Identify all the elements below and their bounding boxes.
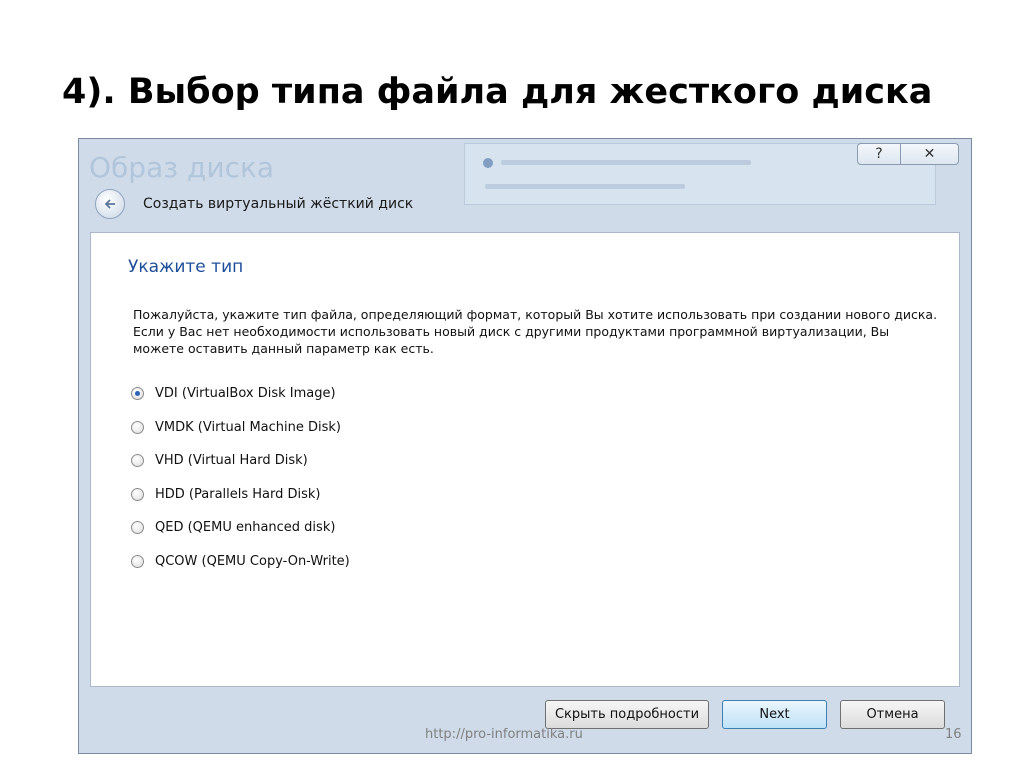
option-vmdk[interactable]: VMDK (Virtual Machine Disk) xyxy=(131,411,350,445)
slide-title: 4). Выбор типа файла для жесткого диска xyxy=(62,72,933,112)
radio-button[interactable] xyxy=(131,454,144,468)
titlebar-buttons: ? ✕ xyxy=(857,143,959,165)
back-button[interactable] xyxy=(95,189,125,219)
option-label: VHD (Virtual Hard Disk) xyxy=(155,453,308,469)
option-qcow[interactable]: QCOW (QEMU Copy-On-Write) xyxy=(131,545,350,579)
footer-url: http://pro-informatika.ru xyxy=(425,727,583,742)
create-disk-dialog: Образ диска ? ✕ Создать виртуальный жёст… xyxy=(78,138,972,754)
option-label: VDI (VirtualBox Disk Image) xyxy=(155,386,336,402)
radio-button[interactable] xyxy=(131,420,144,434)
help-button[interactable]: ? xyxy=(857,143,901,165)
option-label: QCOW (QEMU Copy-On-Write) xyxy=(155,553,350,569)
page-description: Пожалуйста, укажите тип файла, определяю… xyxy=(133,307,938,356)
page-number: 16 xyxy=(945,727,962,742)
ghost-window-title: Образ диска xyxy=(89,151,275,184)
option-qed[interactable]: QED (QEMU enhanced disk) xyxy=(131,511,350,545)
option-hdd[interactable]: HDD (Parallels Hard Disk) xyxy=(131,478,350,512)
ghost-line xyxy=(501,160,751,165)
next-button[interactable]: Next xyxy=(722,700,827,729)
option-label: VMDK (Virtual Machine Disk) xyxy=(155,419,342,435)
option-label: QED (QEMU enhanced disk) xyxy=(155,520,336,536)
back-arrow-icon xyxy=(104,199,115,209)
page-heading: Укажите тип xyxy=(128,257,244,277)
option-label: HDD (Parallels Hard Disk) xyxy=(155,486,321,502)
option-vhd[interactable]: VHD (Virtual Hard Disk) xyxy=(131,444,350,478)
option-vdi[interactable]: VDI (VirtualBox Disk Image) xyxy=(131,377,350,411)
radio-button[interactable] xyxy=(131,387,144,401)
radio-button[interactable] xyxy=(131,554,144,568)
virtualbox-icon xyxy=(483,158,493,168)
wizard-page: Укажите тип Пожалуйста, укажите тип файл… xyxy=(90,232,960,687)
hide-details-button[interactable]: Скрыть подробности xyxy=(545,700,709,729)
wizard-title: Создать виртуальный жёсткий диск xyxy=(143,196,414,212)
close-button[interactable]: ✕ xyxy=(901,143,959,165)
ghost-line xyxy=(485,184,685,189)
radio-button[interactable] xyxy=(131,487,144,501)
file-type-options: VDI (VirtualBox Disk Image) VMDK (Virtua… xyxy=(131,377,350,578)
radio-button[interactable] xyxy=(131,521,144,535)
cancel-button[interactable]: Отмена xyxy=(840,700,945,729)
